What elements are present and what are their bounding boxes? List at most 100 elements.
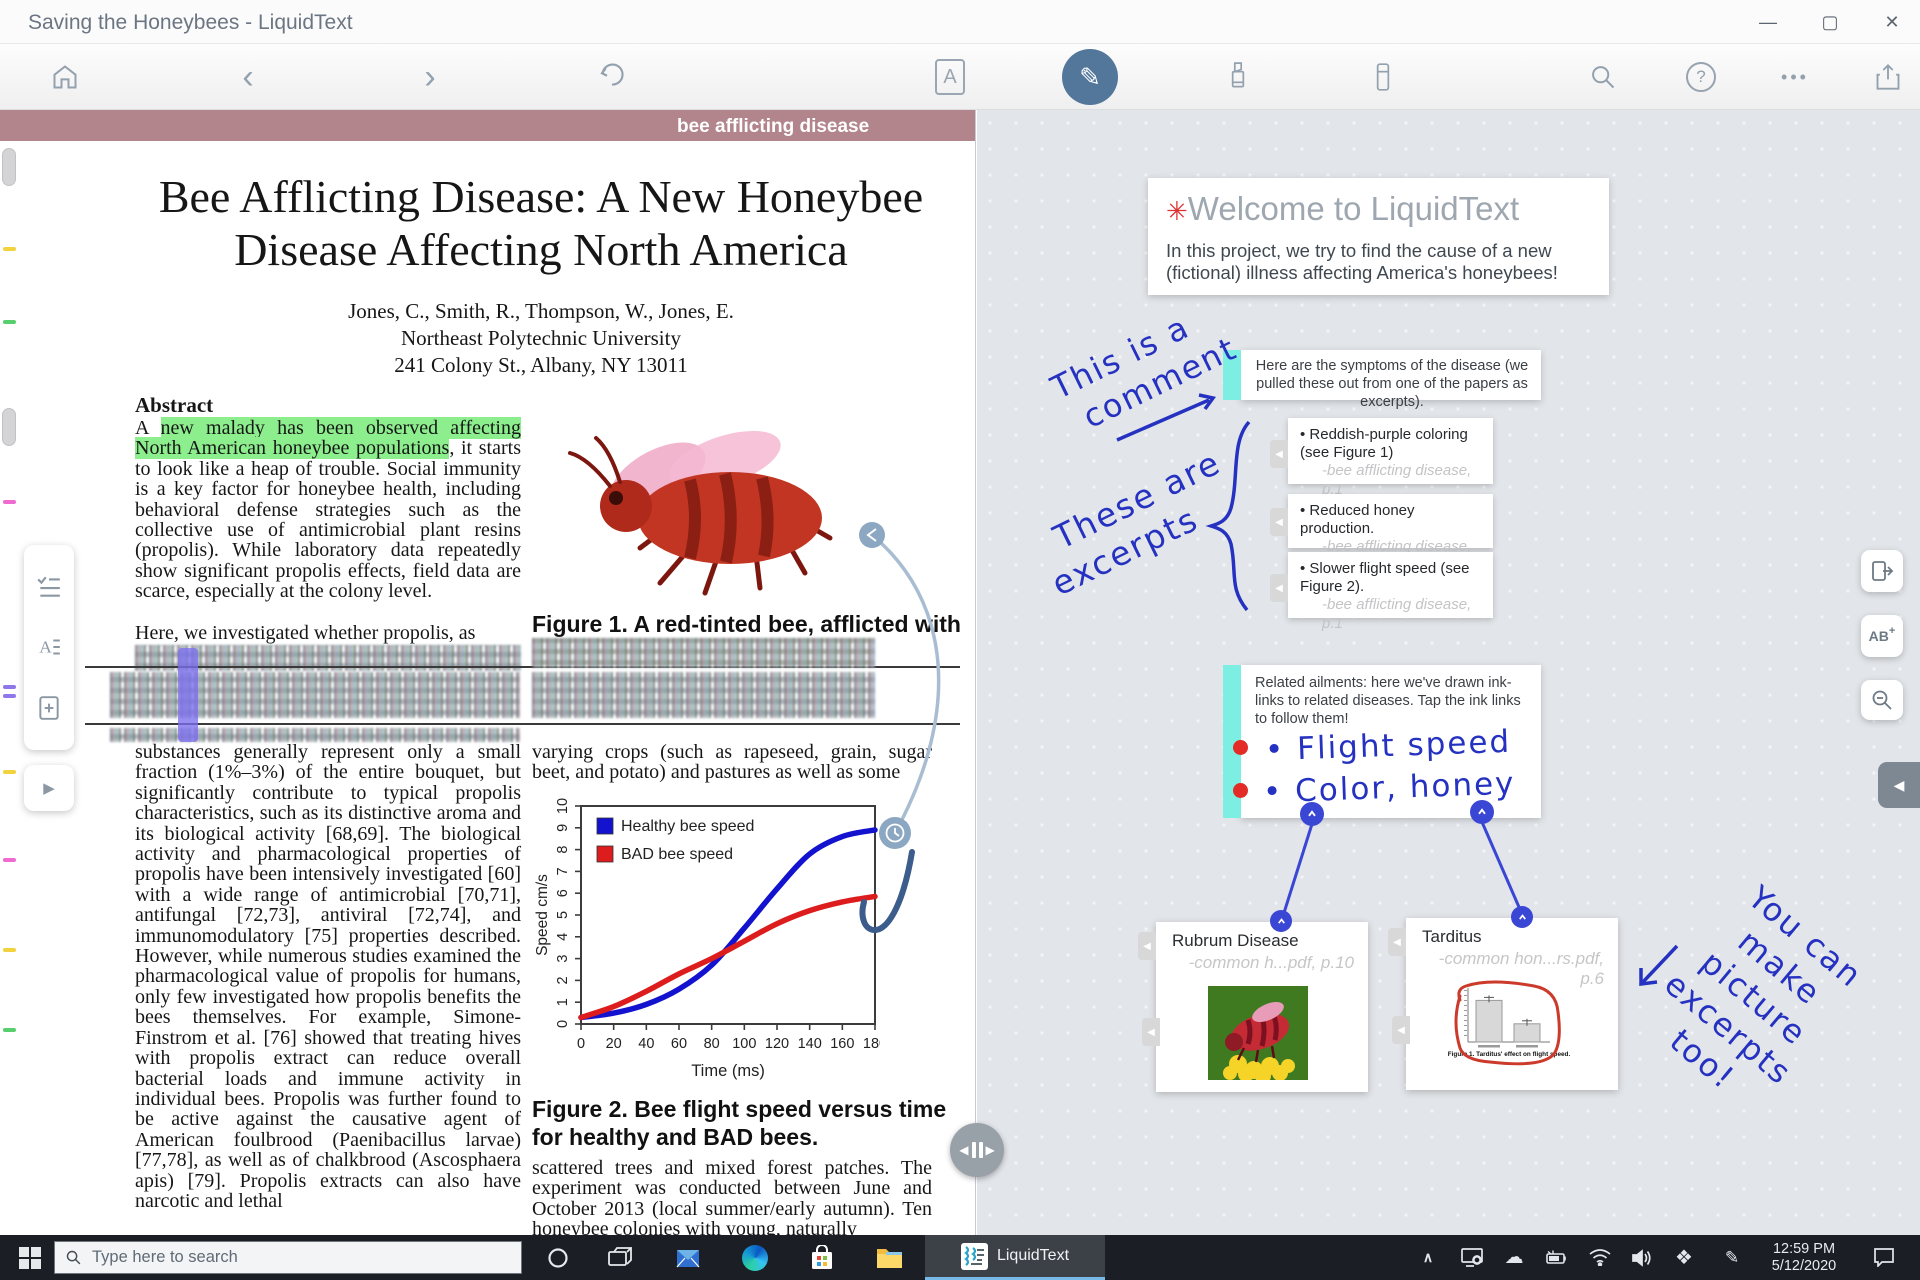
tab-arrow-icon: ◀ [1275, 517, 1283, 528]
excerpt-clock-node[interactable] [879, 817, 911, 849]
eraser-tool-button[interactable] [1363, 57, 1403, 97]
zoom-out-button[interactable] [1861, 680, 1903, 720]
excerpt-tab[interactable]: ◀ [1270, 440, 1288, 468]
margin-highlight-mark[interactable] [3, 685, 16, 689]
margin-highlight-mark[interactable] [3, 500, 16, 504]
workspace-panel: ✳Welcome to LiquidText In this project, … [977, 110, 1920, 1235]
ink-link-node[interactable] [1300, 802, 1324, 826]
edge-app-button[interactable] [732, 1235, 778, 1280]
panel-splitter-handle[interactable]: ◀▶ [950, 1123, 1004, 1177]
toolbar: ‹ › A ✎ ? ••• [0, 44, 1920, 110]
ink-link-node[interactable] [1470, 800, 1494, 824]
taskbar-search-box[interactable]: Type here to search [54, 1241, 522, 1274]
page-note-icon[interactable] [37, 695, 61, 721]
dropbox-tray-icon[interactable]: ❖ [1664, 1235, 1704, 1280]
start-button[interactable] [10, 1235, 50, 1280]
maximize-button[interactable]: ▢ [1810, 8, 1850, 36]
volume-tray-icon[interactable] [1622, 1235, 1662, 1280]
svg-text:5: 5 [555, 911, 571, 919]
outline-list-icon[interactable] [36, 575, 62, 599]
undo-button[interactable] [592, 57, 632, 97]
margin-scroll-handle[interactable] [2, 148, 16, 186]
excerpt-card-2[interactable]: ◀ • Reduced honey production. -bee affli… [1288, 494, 1493, 548]
liquidtext-taskbar-button[interactable]: LiquidText [925, 1235, 1105, 1280]
tab-arrow-icon: ◀ [1393, 937, 1401, 948]
figure2-line-chart[interactable]: 020406080100120140160180012345678910Spee… [535, 796, 880, 1088]
figure1-bee-image[interactable] [540, 398, 880, 603]
forward-button[interactable]: › [410, 57, 450, 97]
home-button[interactable] [45, 57, 85, 97]
ink-link-anchor-dot[interactable] [1233, 783, 1248, 798]
notification-icon [1874, 1248, 1894, 1267]
ink-link-anchor-dot[interactable] [1233, 740, 1248, 755]
margin-highlight-mark[interactable] [3, 1028, 16, 1032]
ink-link-node[interactable] [1511, 906, 1533, 928]
svg-text:Speed cm/s: Speed cm/s [535, 874, 551, 956]
welcome-title: Welcome to LiquidText [1188, 190, 1519, 227]
close-button[interactable]: ✕ [1872, 8, 1912, 36]
excerpt-tab[interactable]: ◀ [1270, 574, 1288, 602]
more-options-button[interactable]: ••• [1775, 57, 1815, 97]
margin-highlight-mark[interactable] [3, 247, 16, 251]
abstract-text: A new malady has been observed affecting… [135, 418, 521, 602]
related-ailments-note[interactable]: Related ailments: here we've drawn ink-l… [1241, 665, 1541, 818]
margin-highlight-mark[interactable] [3, 694, 16, 698]
window-title: Saving the Honeybees - LiquidText [28, 11, 353, 35]
tarditus-chart-thumbnail[interactable]: Figure 1. Tarditus' effect on flight spe… [1446, 978, 1572, 1079]
excerpt-tab[interactable]: ◀ [1270, 508, 1288, 536]
share-button[interactable] [1868, 57, 1908, 97]
excerpt-tab[interactable]: ◀ [1388, 928, 1406, 956]
tarditus-card[interactable]: ◀ ◀ Tarditus -common hon...rs.pdf, p.6 F… [1406, 918, 1618, 1090]
document-tab-label[interactable]: bee afflicting disease [677, 116, 869, 138]
action-center-button[interactable] [1862, 1235, 1906, 1280]
symptoms-comment-note[interactable]: Here are the symptoms of the disease (we… [1241, 350, 1541, 400]
file-explorer-button[interactable] [866, 1235, 912, 1280]
excerpt-link-curve [872, 535, 939, 833]
selection-handle[interactable] [178, 648, 198, 742]
rubrum-bee-photo[interactable] [1208, 986, 1308, 1085]
excerpt-card-3[interactable]: ◀ • Slower flight speed (see Figure 2). … [1288, 552, 1493, 618]
excerpt-text: • Slower flight speed (see Figure 2). [1300, 560, 1483, 595]
store-icon [810, 1245, 834, 1271]
liquidtext-label: LiquidText [997, 1247, 1069, 1265]
search-button[interactable] [1583, 57, 1623, 97]
text-extract-icon[interactable]: A [36, 634, 62, 660]
task-view-button[interactable] [598, 1235, 642, 1280]
margin-scroll-handle[interactable] [2, 408, 16, 446]
excerpt-tab[interactable]: ◀ [1138, 932, 1156, 960]
help-button[interactable]: ? [1681, 57, 1721, 97]
tray-expand-chevron[interactable]: ∧ [1410, 1235, 1446, 1280]
handwriting-these-are-excerpts[interactable]: These are excerpts [1027, 442, 1245, 605]
excerpt-tab[interactable]: ◀ [1392, 1016, 1410, 1044]
margin-highlight-mark[interactable] [3, 948, 16, 952]
highlighter-tool-button[interactable] [1218, 57, 1258, 97]
rubrum-disease-card[interactable]: ◀ ◀ Rubrum Disease -common h...pdf, p.10 [1156, 922, 1368, 1092]
ink-link-flight-speed[interactable]: • Flight speed [1264, 723, 1511, 770]
welcome-note-card[interactable]: ✳Welcome to LiquidText In this project, … [1148, 178, 1609, 295]
store-app-button[interactable] [799, 1235, 845, 1280]
pen-tool-button[interactable]: ✎ [1062, 49, 1118, 105]
text-tool-button[interactable]: A [930, 57, 970, 97]
margin-highlight-mark[interactable] [3, 770, 16, 774]
onedrive-tray-icon[interactable]: ☁ [1494, 1235, 1534, 1280]
minimize-button[interactable]: — [1748, 8, 1788, 36]
handwriting-picture-excerpts[interactable]: You can make picture excerpts too! [1609, 854, 1898, 1142]
expand-panel-button[interactable]: ▶ [24, 765, 74, 811]
excerpt-tab[interactable]: ◀ [1142, 1018, 1160, 1046]
cortana-button[interactable] [536, 1235, 580, 1280]
collapse-workspace-button[interactable]: ◀ [1878, 762, 1920, 808]
text-size-button[interactable]: AB+ [1861, 615, 1903, 657]
margin-highlight-mark[interactable] [3, 320, 16, 324]
excerpt-card-1[interactable]: ◀ • Reddish-purple coloring (see Figure … [1288, 418, 1493, 484]
wifi-tray-icon[interactable] [1580, 1235, 1620, 1280]
pen-tray-icon[interactable]: ✎ [1712, 1235, 1752, 1280]
taskbar-clock[interactable]: 12:59 PM 5/12/2020 [1762, 1235, 1846, 1280]
page-jump-button[interactable] [1861, 550, 1903, 592]
mail-app-button[interactable] [665, 1235, 711, 1280]
margin-highlight-mark[interactable] [3, 858, 16, 862]
ink-link-node[interactable] [1270, 910, 1292, 932]
battery-tray-icon[interactable] [1536, 1235, 1576, 1280]
handwriting-this-is-a-comment[interactable]: This is a comment [1045, 292, 1244, 444]
back-button[interactable]: ‹ [228, 57, 268, 97]
cast-tray-icon[interactable] [1452, 1235, 1492, 1280]
